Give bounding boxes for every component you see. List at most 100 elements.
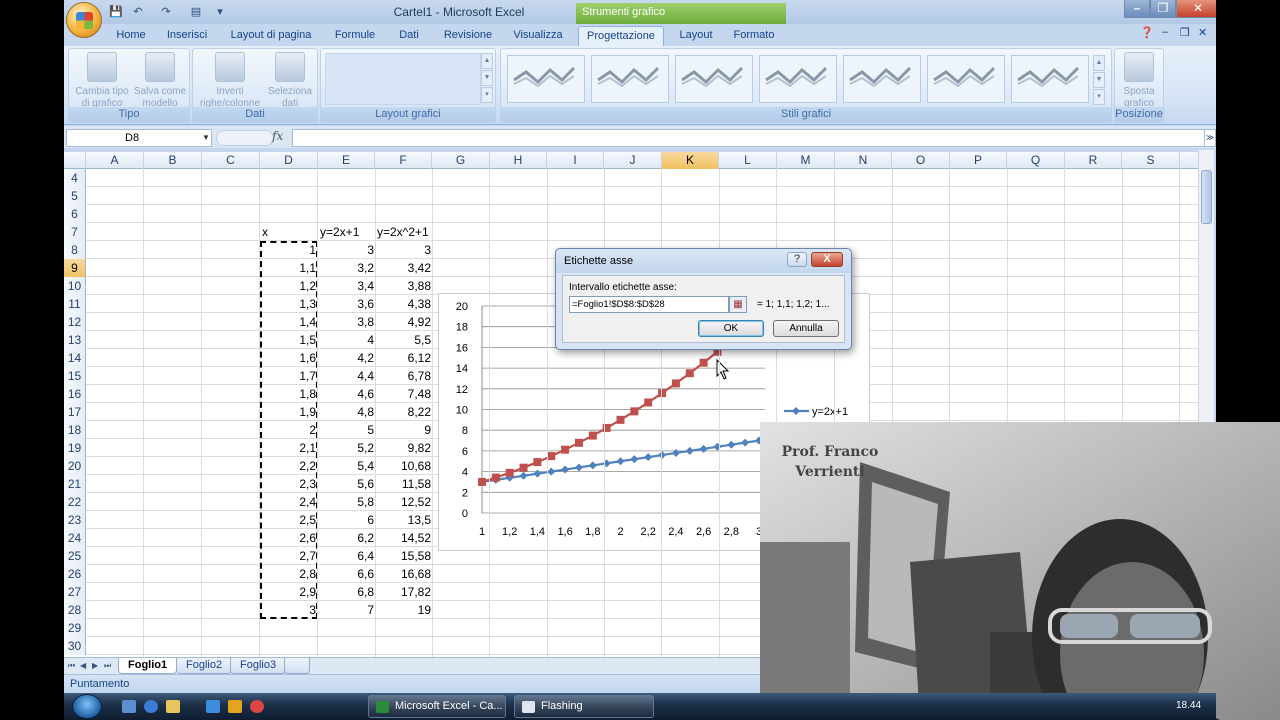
row-header[interactable]: 4: [64, 169, 86, 187]
row-header[interactable]: 22: [64, 493, 86, 511]
cell[interactable]: 3,2: [318, 259, 376, 277]
cell[interactable]: 13,5: [375, 511, 433, 529]
cell[interactable]: 3,88: [375, 277, 433, 295]
dialog-close-button[interactable]: X: [811, 252, 843, 267]
row-header[interactable]: 14: [64, 349, 86, 367]
tab-inserisci[interactable]: Inserisci: [162, 26, 212, 46]
column-header[interactable]: R: [1065, 152, 1122, 169]
switch-row-column-button[interactable]: Inverti righe/colonne: [195, 52, 265, 110]
internet-explorer-icon[interactable]: [144, 700, 158, 713]
gallery-up-icon[interactable]: ▲: [481, 53, 493, 69]
row-header[interactable]: 7: [64, 223, 86, 241]
next-sheet-icon[interactable]: ▶: [92, 660, 102, 672]
change-chart-type-button[interactable]: Cambia tipo di grafico: [71, 52, 133, 110]
close-button[interactable]: ✕: [1176, 0, 1216, 18]
row-header[interactable]: 26: [64, 565, 86, 583]
cell[interactable]: 4,2: [318, 349, 376, 367]
row-header[interactable]: 29: [64, 619, 86, 637]
select-data-button[interactable]: Seleziona dati: [263, 52, 317, 110]
cell[interactable]: 7,48: [375, 385, 433, 403]
column-header[interactable]: S: [1122, 152, 1180, 169]
tab-progettazione[interactable]: Progettazione: [578, 26, 664, 46]
tab-dati[interactable]: Dati: [394, 26, 424, 46]
column-header[interactable]: P: [950, 152, 1007, 169]
chart-style-4[interactable]: [759, 55, 837, 103]
insert-function-button[interactable]: fx: [272, 129, 283, 143]
dialog-help-button[interactable]: ?: [787, 252, 807, 267]
cell[interactable]: 4,4: [318, 367, 376, 385]
tab-layout-di-pagina[interactable]: Layout di pagina: [226, 26, 316, 46]
column-header[interactable]: O: [892, 152, 950, 169]
row-header[interactable]: 30: [64, 637, 86, 655]
column-header[interactable]: B: [144, 152, 202, 169]
column-header[interactable]: A: [86, 152, 144, 169]
tab-layout[interactable]: Layout: [674, 26, 718, 46]
insert-sheet-icon[interactable]: [284, 658, 310, 674]
styles-up-icon[interactable]: ▲: [1093, 55, 1105, 71]
tab-home[interactable]: Home: [112, 26, 150, 46]
cell[interactable]: 9,82: [375, 439, 433, 457]
cell[interactable]: 3: [375, 241, 433, 259]
column-header[interactable]: D: [260, 152, 318, 169]
workbook-close-icon[interactable]: ✕: [1198, 26, 1207, 39]
cell[interactable]: 6,4: [318, 547, 376, 565]
cell[interactable]: 5: [318, 421, 376, 439]
cell[interactable]: 3,8: [318, 313, 376, 331]
row-header[interactable]: 25: [64, 547, 86, 565]
column-header[interactable]: H: [490, 152, 547, 169]
row-header[interactable]: 6: [64, 205, 86, 223]
sheet-tab-foglio2[interactable]: Foglio2: [176, 658, 233, 674]
column-header[interactable]: I: [547, 152, 604, 169]
print-preview-icon[interactable]: ▤: [188, 4, 204, 20]
row-header[interactable]: 16: [64, 385, 86, 403]
cell[interactable]: 5,4: [318, 457, 376, 475]
chart-style-7[interactable]: [1011, 55, 1089, 103]
row-header[interactable]: 23: [64, 511, 86, 529]
show-desktop-icon[interactable]: [122, 700, 136, 713]
folder-icon[interactable]: [166, 700, 180, 713]
collapse-dialog-icon[interactable]: ▦: [729, 296, 747, 313]
sheet-tab-foglio3[interactable]: Foglio3: [230, 658, 287, 674]
column-header[interactable]: Q: [1007, 152, 1065, 169]
cell[interactable]: 3: [318, 241, 376, 259]
cell[interactable]: 12,52: [375, 493, 433, 511]
minimize-button[interactable]: –: [1124, 0, 1150, 18]
cell[interactable]: 6,8: [318, 583, 376, 601]
row-header[interactable]: 17: [64, 403, 86, 421]
cell[interactable]: 3,42: [375, 259, 433, 277]
row-header[interactable]: 21: [64, 475, 86, 493]
gallery-down-icon[interactable]: ▼: [481, 70, 493, 86]
row-header[interactable]: 24: [64, 529, 86, 547]
media-icon[interactable]: [228, 700, 242, 713]
cell[interactable]: 9: [375, 421, 433, 439]
row-header[interactable]: 8: [64, 241, 86, 259]
cell[interactable]: 5,6: [318, 475, 376, 493]
ok-button[interactable]: OK: [698, 320, 764, 337]
prev-sheet-icon[interactable]: ◀: [80, 660, 90, 672]
row-header[interactable]: 18: [64, 421, 86, 439]
maximize-button[interactable]: ❐: [1150, 0, 1176, 18]
cell[interactable]: 7: [318, 601, 376, 619]
row-header[interactable]: 13: [64, 331, 86, 349]
cell[interactable]: 6,12: [375, 349, 433, 367]
cell[interactable]: 4,6: [318, 385, 376, 403]
cell[interactable]: 17,82: [375, 583, 433, 601]
save-icon[interactable]: 💾: [108, 4, 124, 20]
cell[interactable]: 3,4: [318, 277, 376, 295]
cell[interactable]: y=2x^2+1: [375, 223, 433, 241]
column-header[interactable]: E: [318, 152, 375, 169]
chart-style-3[interactable]: [675, 55, 753, 103]
formula-input[interactable]: [292, 129, 1206, 147]
last-sheet-icon[interactable]: ⏭: [104, 660, 114, 672]
ribbon-restore-icon[interactable]: ❐: [1180, 26, 1190, 39]
taskbar-flashing[interactable]: Flashing: [514, 695, 654, 718]
cell[interactable]: 10,68: [375, 457, 433, 475]
undo-icon[interactable]: ↶: [130, 4, 146, 20]
cell[interactable]: 5,5: [375, 331, 433, 349]
column-header[interactable]: J: [604, 152, 662, 169]
tab-revisione[interactable]: Revisione: [438, 26, 498, 46]
gallery-more-icon[interactable]: ▾: [481, 87, 493, 103]
chrome-icon[interactable]: [250, 700, 264, 713]
row-header[interactable]: 27: [64, 583, 86, 601]
dialog-title-bar[interactable]: Etichette asse ? X: [556, 249, 851, 273]
